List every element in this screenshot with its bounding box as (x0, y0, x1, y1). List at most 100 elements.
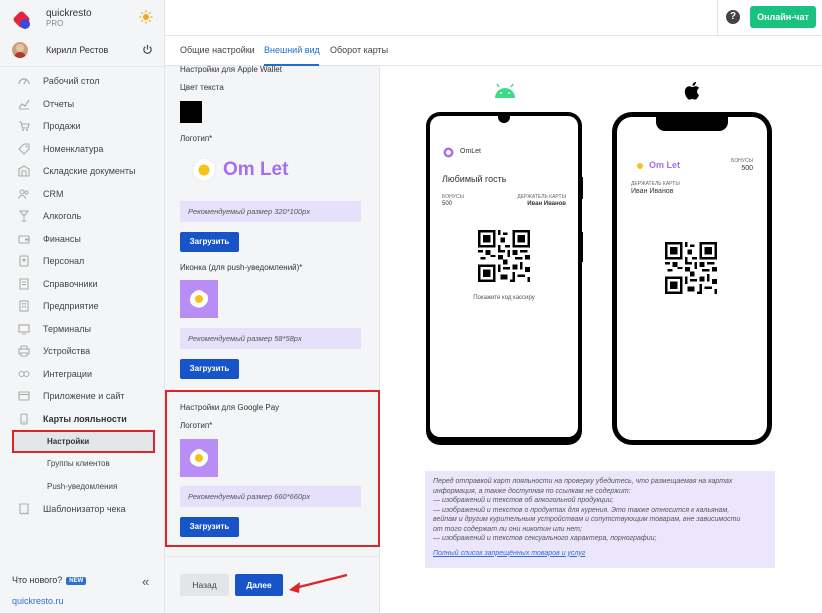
notice-line: информация, а также доступная по ссылкам… (433, 487, 631, 495)
terminal-icon (18, 323, 30, 335)
topbar-divider (717, 0, 718, 36)
sidebar-item-label: Карты лояльности (43, 413, 127, 424)
sidebar-subitem-client-groups[interactable]: Группы клиентов (0, 453, 165, 476)
google-logo-size-hint: Рекомендуемый размер 660*660px (180, 486, 361, 507)
sidebar-item-alcohol[interactable]: Алкоголь (0, 205, 165, 228)
ios-card-brand: Om Let (649, 160, 681, 170)
chart-icon (18, 98, 30, 110)
sidebar-item-label: Финансы (43, 233, 81, 244)
sidebar-item-loyalty-cards[interactable]: Карты лояльности (0, 408, 165, 431)
sidebar-item-dashboard[interactable]: Рабочий стол (0, 70, 165, 93)
android-holder-value: Иван Иванов (527, 201, 566, 207)
apple-icon[interactable] (681, 80, 705, 102)
sidebar-item-label: Приложение и сайт (43, 391, 125, 402)
omlet-brand-icon (443, 147, 454, 158)
sidebar-nav: Рабочий стол Отчеты Продажи Номенклатура… (0, 70, 165, 520)
prohibited-goods-link[interactable]: Полный список запрещённых товаров и услу… (433, 550, 767, 557)
app-icon (18, 390, 30, 402)
avatar (12, 42, 28, 58)
upload-google-logo-button[interactable]: Загрузить (180, 517, 239, 537)
top-bar: ? Онлайн-чат (165, 0, 822, 36)
tab-card-turnover[interactable]: Оборот карты (330, 45, 388, 55)
sidebar-item-receipt-templates[interactable]: Шаблонизатор чека (0, 498, 165, 521)
building-icon (18, 300, 30, 312)
sidebar-subitem-push[interactable]: Push-уведомления (0, 475, 165, 498)
sun-icon[interactable] (139, 10, 153, 24)
sidebar-item-crm[interactable]: CRM (0, 183, 165, 206)
settings-panel: Настройки для Apple Wallet Цвет текста Л… (165, 65, 380, 613)
sidebar-item-finance[interactable]: Финансы (0, 228, 165, 251)
notice-line: Перед отправкой карт лояльности на прове… (433, 478, 733, 485)
push-icon-size-hint: Рекомендуемый размер 58*58px (180, 328, 361, 349)
help-icon[interactable]: ? (726, 10, 740, 24)
tab-appearance[interactable]: Внешний вид (264, 45, 320, 55)
loyalty-card-icon (18, 413, 30, 425)
sidebar-item-label: Продажи (43, 121, 81, 132)
back-button[interactable]: Назад (180, 574, 229, 596)
ios-bonus-value: 500 (741, 165, 753, 172)
fried-egg-icon (192, 157, 216, 182)
brand[interactable]: quickresto PRO (12, 8, 162, 32)
user-profile[interactable]: Кирилл Рестов (12, 42, 162, 62)
link-icon (18, 368, 30, 380)
logo-label: Логотип* (180, 134, 213, 143)
android-phone-mockup: OmLet Любимый гость БОНУСЫ 500 ДЕРЖАТЕЛЬ… (426, 112, 583, 445)
site-link[interactable]: quickresto.ru (12, 596, 64, 606)
tag-icon (18, 143, 30, 155)
android-scan-hint: Покажите код кассиру (473, 295, 535, 301)
user-name: Кирилл Рестов (46, 45, 109, 55)
android-bonus-value: 500 (442, 201, 453, 207)
cart-icon (18, 120, 30, 132)
sidebar-item-terminals[interactable]: Терминалы (0, 318, 165, 341)
new-badge: NEW (66, 576, 87, 585)
ios-holder-label: ДЕРЖАТЕЛЬ КАРТЫ (631, 181, 680, 187)
upload-push-icon-button[interactable]: Загрузить (180, 359, 239, 379)
whats-new-label: Что нового? (12, 575, 63, 585)
fried-egg-icon (637, 163, 643, 169)
sidebar-item-enterprise[interactable]: Предприятие (0, 295, 165, 318)
sidebar-item-devices[interactable]: Устройства (0, 340, 165, 363)
android-card-title: Любимый гость (442, 174, 507, 184)
push-icon-preview (180, 280, 218, 318)
sidebar: quickresto PRO Кирилл Рестов Рабочий сто… (0, 0, 165, 613)
sidebar-item-staff[interactable]: Персонал (0, 250, 165, 273)
sidebar-item-reports[interactable]: Отчеты (0, 93, 165, 116)
sidebar-item-nomenclature[interactable]: Номенклатура (0, 138, 165, 161)
arrow-annotation-icon (289, 573, 348, 593)
omlet-logo-image: Om Let (191, 156, 301, 184)
sidebar-item-references[interactable]: Справочники (0, 273, 165, 296)
dashboard-icon (18, 75, 30, 87)
sidebar-subitem-settings[interactable]: Настройки (12, 430, 155, 453)
sidebar-divider (0, 66, 165, 67)
collapse-sidebar-icon[interactable]: « (142, 574, 149, 589)
brand-plan: PRO (46, 19, 64, 28)
sidebar-item-label: Интеграции (43, 368, 92, 379)
upload-logo-button[interactable]: Загрузить (180, 232, 239, 252)
sidebar-item-label: Отчеты (43, 98, 75, 109)
android-bonus-label: БОНУСЫ (442, 194, 464, 200)
next-button[interactable]: Далее (235, 574, 283, 596)
tab-general-settings[interactable]: Общие настройки (180, 45, 255, 55)
android-icon[interactable] (493, 81, 517, 103)
text-color-swatch[interactable] (180, 101, 202, 123)
whats-new-link[interactable]: Что нового? NEW (12, 575, 87, 585)
sidebar-item-sales[interactable]: Продажи (0, 115, 165, 138)
notice-line: от того содержат ли они никотин или нет; (433, 525, 582, 533)
sidebar-item-label: Складские документы (43, 166, 136, 177)
quickresto-logo-icon (13, 11, 30, 29)
book-icon (18, 278, 30, 290)
online-chat-button[interactable]: Онлайн-чат (750, 6, 816, 28)
omlet-logo-text: Om Let (223, 159, 289, 180)
people-icon (18, 188, 30, 200)
sidebar-item-app-and-site[interactable]: Приложение и сайт (0, 385, 165, 408)
sidebar-item-label: Номенклатура (43, 143, 104, 154)
sidebar-item-label: Предприятие (43, 301, 99, 312)
sidebar-item-integrations[interactable]: Интеграции (0, 363, 165, 386)
power-icon[interactable] (142, 44, 153, 55)
sidebar-item-label: Алкоголь (43, 211, 82, 222)
iphone-notch (656, 117, 728, 131)
ios-bonus-label: БОНУСЫ (731, 158, 753, 164)
brand-name: quickresto (46, 8, 92, 19)
logo-size-hint: Рекомендуемый размер 320*100px (180, 201, 361, 222)
sidebar-item-warehouse[interactable]: Складские документы (0, 160, 165, 183)
